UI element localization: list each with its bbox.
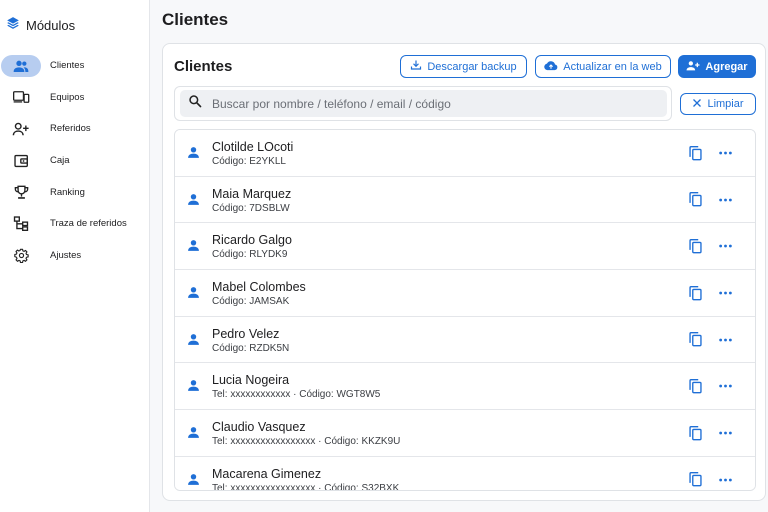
client-detail: Código: E2YKLL	[212, 156, 286, 167]
client-name: Lucia Nogeira	[212, 373, 290, 388]
copy-icon[interactable]	[685, 283, 705, 303]
sidebar-item-label: Caja	[50, 155, 70, 167]
client-detail: Tel: xxxxxxxxxxxxxxxxx · Código: KKZK9U	[212, 436, 401, 448]
sidebar-item-label: Ranking	[50, 186, 85, 198]
client-detail: Código: 7DSBLW	[212, 202, 290, 214]
person-icon	[187, 473, 200, 490]
copy-icon[interactable]	[685, 470, 705, 490]
devices-icon	[1, 86, 41, 108]
client-name: Mabel Colombes	[212, 280, 306, 295]
layers-icon	[6, 16, 20, 35]
person-icon	[187, 239, 200, 257]
sidebar-item-label: Traza de referidos	[50, 218, 127, 230]
clear-search-button[interactable]: Limpiar	[680, 93, 756, 115]
more-options-icon[interactable]	[714, 330, 736, 350]
add-client-button[interactable]: Agregar	[678, 55, 756, 78]
list-item[interactable]: Lucia Nogeira Tel: xxxxxxxxxxxx · Código…	[175, 363, 755, 411]
person-icon	[187, 379, 200, 397]
sidebar-item-label: Equipos	[50, 91, 85, 103]
card-title: Clientes	[174, 58, 233, 75]
sidebar-title: Módulos	[26, 17, 76, 33]
sidebar-item-clientes[interactable]: Clientes	[0, 50, 149, 82]
search-icon	[188, 94, 202, 113]
client-list: Clotilde LOcoti Código: E2YKLL Maia Marq…	[174, 129, 756, 491]
copy-icon[interactable]	[685, 423, 705, 443]
sidebar: Módulos Clientes Equipos Referidos Caja	[0, 0, 150, 512]
person-icon	[187, 426, 200, 444]
list-item[interactable]: Clotilde LOcoti Código: E2YKLL	[175, 130, 755, 177]
sidebar-item-label: Clientes	[50, 60, 85, 72]
list-item[interactable]: Ricardo Galgo Código: RLYDK9	[175, 223, 755, 271]
client-detail: Código: JAMSAK	[212, 296, 290, 308]
users-icon	[1, 54, 41, 77]
person-icon	[187, 193, 200, 211]
more-options-icon[interactable]	[714, 143, 736, 163]
download-backup-button[interactable]: Descargar backup	[400, 55, 527, 78]
client-name: Clotilde LOcoti	[212, 140, 294, 154]
sidebar-nav: Clientes Equipos Referidos Caja Ranking	[0, 50, 149, 271]
list-item[interactable]: Maia Marquez Código: 7DSBLW	[175, 176, 755, 224]
sidebar-item-ranking[interactable]: Ranking	[0, 176, 149, 208]
search-box	[174, 86, 672, 121]
trophy-icon	[1, 181, 41, 203]
download-icon	[410, 59, 422, 74]
update-web-label: Actualizar en la web	[563, 60, 662, 73]
sidebar-item-label: Ajustes	[50, 249, 82, 261]
list-item[interactable]: Claudio Vasquez Tel: xxxxxxxxxxxxxxxxx ·…	[175, 410, 755, 457]
person-add-icon	[686, 60, 700, 74]
sidebar-item-caja[interactable]: Caja	[0, 145, 149, 177]
client-name: Claudio Vasquez	[212, 420, 306, 435]
more-options-icon[interactable]	[714, 190, 736, 210]
copy-icon[interactable]	[685, 143, 705, 163]
main-content: Clientes Clientes Descargar backup Actua…	[150, 0, 768, 512]
person-icon	[187, 333, 200, 351]
sidebar-item-equipos[interactable]: Equipos	[0, 82, 149, 114]
client-name: Macarena Gimenez	[212, 466, 322, 481]
sidebar-item-ajustes[interactable]: Ajustes	[0, 240, 149, 272]
client-detail: Tel: xxxxxxxxxxxxxxxxx · Código: S32BXK	[212, 482, 400, 491]
search-input[interactable]	[212, 96, 652, 111]
update-web-button[interactable]: Actualizar en la web	[535, 55, 671, 78]
hierarchy-icon	[1, 213, 41, 235]
copy-icon[interactable]	[685, 190, 705, 210]
person-add-icon	[1, 118, 41, 140]
clients-card: Clientes Descargar backup Actualizar en …	[162, 43, 766, 501]
person-icon	[187, 146, 200, 164]
more-options-icon[interactable]	[714, 236, 736, 256]
more-options-icon[interactable]	[714, 423, 736, 443]
client-detail: Tel: xxxxxxxxxxxx · Código: WGT8W5	[212, 389, 381, 401]
list-item[interactable]: Macarena Gimenez Tel: xxxxxxxxxxxxxxxxx …	[175, 456, 755, 491]
copy-icon[interactable]	[685, 376, 705, 396]
sidebar-header: Módulos	[0, 0, 149, 50]
copy-icon[interactable]	[685, 330, 705, 350]
sidebar-item-traza-de-referidos[interactable]: Traza de referidos	[0, 208, 149, 240]
client-detail: Código: RLYDK9	[212, 249, 288, 261]
more-options-icon[interactable]	[714, 376, 736, 396]
sidebar-item-label: Referidos	[50, 123, 91, 135]
add-client-label: Agregar	[705, 60, 748, 73]
list-item[interactable]: Mabel Colombes Código: JAMSAK	[175, 270, 755, 317]
wallet-icon	[1, 150, 41, 172]
more-options-icon[interactable]	[714, 283, 736, 303]
more-options-icon[interactable]	[714, 470, 736, 490]
sidebar-item-referidos[interactable]: Referidos	[0, 113, 149, 145]
clear-search-label: Limpiar	[707, 98, 744, 110]
client-detail: Código: RZDK5N	[212, 342, 290, 354]
search-field[interactable]	[180, 90, 667, 117]
download-backup-label: Descargar backup	[427, 60, 517, 73]
cloud-upload-icon	[544, 60, 558, 74]
gear-icon	[1, 244, 41, 266]
client-name: Pedro Velez	[212, 326, 280, 341]
client-name: Ricardo Galgo	[212, 233, 292, 248]
close-icon	[692, 98, 702, 111]
copy-icon[interactable]	[685, 236, 705, 256]
person-icon	[187, 286, 200, 304]
list-item[interactable]: Pedro Velez Código: RZDK5N	[175, 316, 755, 364]
client-name: Maia Marquez	[212, 186, 292, 201]
page-title: Clientes	[162, 10, 229, 29]
